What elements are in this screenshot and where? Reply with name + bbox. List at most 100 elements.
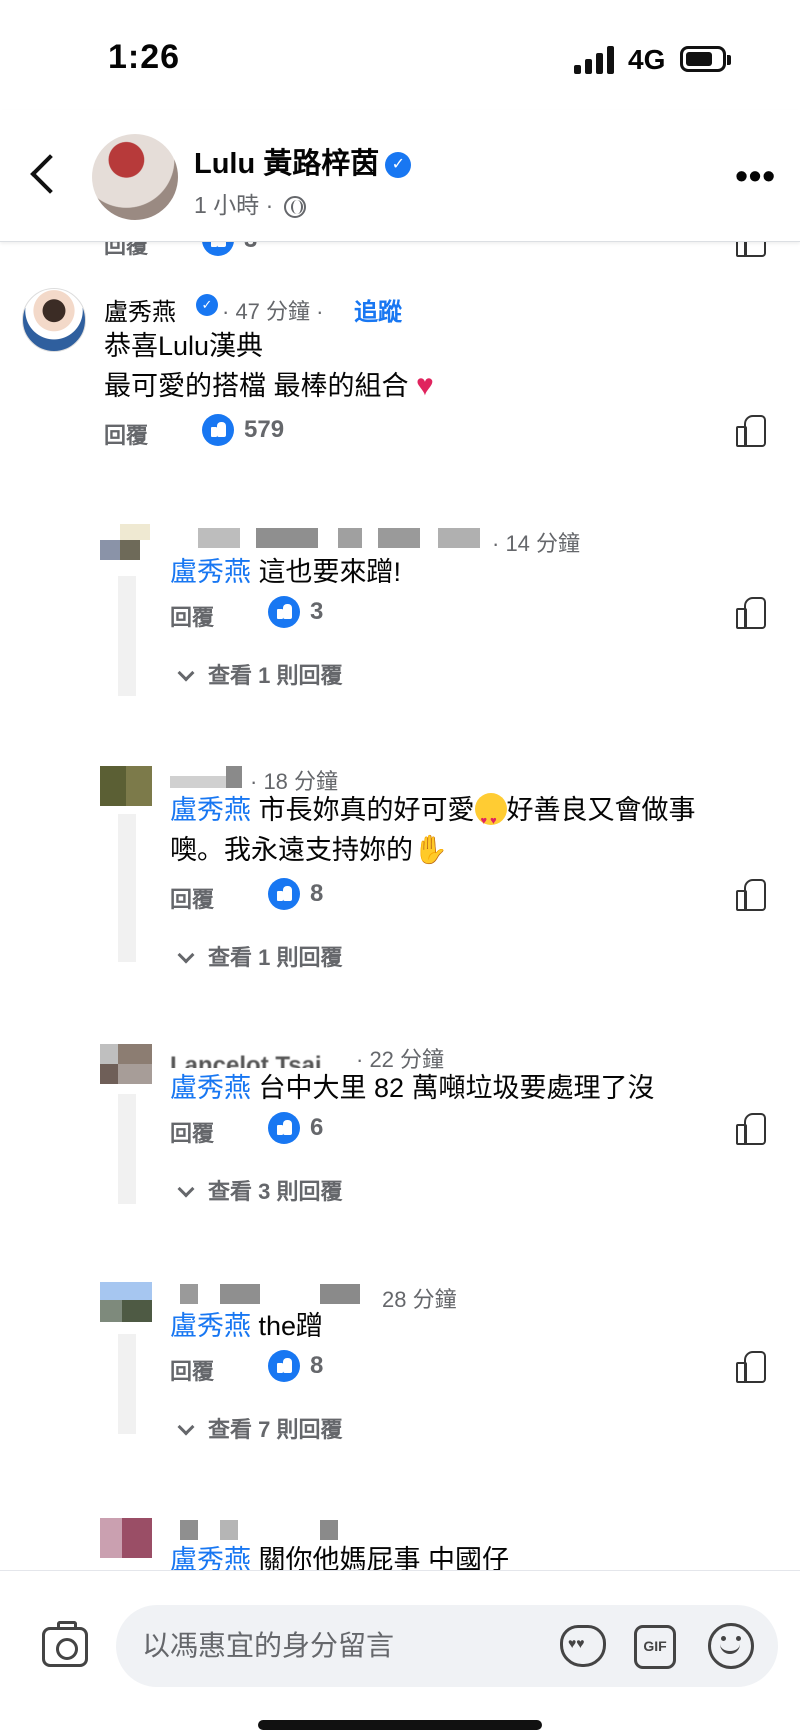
comment-text: 盧秀燕 the蹭	[170, 1306, 323, 1346]
like-reaction-icon	[202, 414, 234, 446]
like-reaction-icon	[268, 596, 300, 628]
view-replies-button[interactable]: 查看 3 則回覆	[177, 1174, 342, 1206]
view-replies-label[interactable]: 查看 7 則回覆	[208, 1417, 342, 1442]
comment-input[interactable]	[116, 1605, 778, 1687]
like-reaction-icon	[268, 878, 300, 910]
reply-comment: · 14 分鐘 盧秀燕 這也要來蹭! 回覆 3 查看 1 則回覆	[0, 524, 800, 704]
post-meta: 1 小時 ·	[194, 186, 306, 220]
reply-button[interactable]: 回覆	[170, 1116, 214, 1148]
post-time: 1 小時 ·	[194, 192, 274, 218]
like-icon[interactable]	[734, 1110, 768, 1145]
gif-icon[interactable]: GIF	[634, 1625, 676, 1669]
like-count: 8	[310, 880, 324, 907]
reply-button[interactable]: 回覆	[104, 242, 148, 260]
reply-button[interactable]: 回覆	[170, 1354, 214, 1386]
post-header: Lulu 黃路梓茵 ✓ 1 小時 · •••	[0, 110, 800, 242]
avatar[interactable]	[22, 288, 86, 352]
emoji-icon[interactable]	[708, 1623, 754, 1669]
signal-strength-icon	[574, 46, 618, 74]
comment-text: 恭喜Lulu漢典 最可愛的搭檔 最棒的組合 ♥	[104, 326, 434, 406]
chevron-down-icon	[177, 1418, 195, 1436]
like-icon[interactable]	[734, 242, 768, 257]
thread-line	[118, 814, 136, 962]
reply-comment: 28 分鐘 盧秀燕 the蹭 回覆 8 查看 7 則回覆	[0, 1282, 800, 1482]
comment-text-line: 恭喜Lulu漢典	[104, 331, 264, 361]
like-count: 6	[310, 1114, 324, 1141]
more-options-icon[interactable]: •••	[735, 158, 776, 194]
blurred-avatar[interactable]	[100, 524, 152, 564]
thread-line	[118, 576, 136, 696]
page-name-row[interactable]: Lulu 黃路梓茵 ✓	[194, 140, 412, 182]
reply-button[interactable]: 回覆	[170, 882, 214, 914]
comment-text-part: 最棒的組合	[273, 371, 409, 401]
thumbs-up-emoji-icon: ✋	[413, 834, 448, 865]
avatar-sticker-icon[interactable]	[560, 1625, 606, 1667]
home-indicator[interactable]	[258, 1720, 542, 1730]
follow-button[interactable]: 追蹤	[354, 292, 402, 327]
author-name-fragment[interactable]: Lancelot Tsai	[170, 1052, 322, 1068]
mention-link[interactable]: 盧秀燕	[170, 1073, 251, 1103]
comment-list[interactable]: 回覆 3 盧秀燕 ✓ · 47 分鐘 · 追蹤 恭喜Lulu漢典 最可愛的搭檔 …	[0, 242, 800, 1570]
mention-link[interactable]: 盧秀燕	[170, 795, 251, 825]
comment-text-part: 好善良又會做事	[506, 795, 696, 825]
network-type: 4G	[628, 44, 666, 75]
reply-button[interactable]: 回覆	[104, 418, 148, 450]
comment-text: 盧秀燕 這也要來蹭!	[170, 552, 401, 592]
thread-line	[118, 1334, 136, 1434]
comment-time: · 14 分鐘	[492, 531, 581, 556]
like-icon[interactable]	[734, 412, 768, 447]
view-replies-label[interactable]: 查看 3 則回覆	[208, 1179, 342, 1204]
heart-emoji-icon: ♥	[416, 369, 434, 402]
reply-button[interactable]: 回覆	[170, 600, 214, 632]
chevron-down-icon	[177, 946, 195, 964]
mention-link[interactable]: 盧秀燕	[170, 1545, 251, 1570]
comment-composer: GIF	[0, 1570, 800, 1734]
comment-text: 盧秀燕 市長妳真的好可愛 ♥ ♥ 好善良又會做事 噢。我永遠支持妳的✋	[170, 790, 770, 870]
like-icon[interactable]	[734, 876, 768, 911]
globe-icon	[283, 195, 306, 218]
comment-time: 28 分鐘	[382, 1287, 457, 1312]
comment-text-line: 盧秀燕 市長妳真的好可愛 ♥ ♥ 好善良又會做事	[170, 790, 770, 830]
mention-link[interactable]: 盧秀燕	[170, 1311, 251, 1341]
thread-line	[118, 1094, 136, 1204]
blurred-avatar[interactable]	[100, 766, 152, 806]
comment-text-part: 市長妳真的好可愛	[251, 795, 475, 825]
comment-text-part: 噢。我永遠支持妳的	[170, 835, 413, 865]
verified-badge-icon: ✓	[196, 294, 218, 316]
like-reaction-icon	[202, 242, 234, 256]
battery-icon	[680, 46, 731, 72]
comment-time: · 47 分鐘 ·	[222, 299, 324, 324]
blurred-avatar[interactable]	[100, 1044, 152, 1084]
reply-comment: 盧秀燕 關你他媽屁事 中國仔	[0, 1518, 800, 1570]
blurred-name: Lancelot Tsai	[170, 1038, 322, 1068]
mention-link[interactable]: 盧秀燕	[170, 557, 251, 587]
status-time: 1:26	[108, 38, 181, 76]
view-replies-button[interactable]: 查看 1 則回覆	[177, 658, 342, 690]
page-name[interactable]: Lulu 黃路梓茵	[194, 148, 379, 180]
comment-author[interactable]: 盧秀燕	[104, 292, 176, 327]
comment-text-part: the蹭	[251, 1311, 324, 1341]
like-icon[interactable]	[734, 1348, 768, 1383]
view-replies-label[interactable]: 查看 1 則回覆	[208, 663, 342, 688]
view-replies-button[interactable]: 查看 7 則回覆	[177, 1412, 342, 1444]
comment-text-line: 噢。我永遠支持妳的✋	[170, 830, 770, 870]
like-icon[interactable]	[734, 594, 768, 629]
page-avatar[interactable]	[92, 134, 178, 220]
like-reaction-icon	[268, 1112, 300, 1144]
like-reaction-icon	[268, 1350, 300, 1382]
view-replies-button[interactable]: 查看 1 則回覆	[177, 940, 342, 972]
verified-badge-icon: ✓	[385, 152, 412, 179]
back-arrow-icon[interactable]	[24, 148, 64, 204]
like-count: 3	[310, 598, 324, 625]
view-replies-label[interactable]: 查看 1 則回覆	[208, 945, 342, 970]
comment-text: 盧秀燕 台中大里 82 萬噸垃圾要處理了沒	[170, 1068, 655, 1108]
blurred-avatar[interactable]	[100, 1518, 152, 1558]
chevron-down-icon	[177, 664, 195, 682]
blurred-avatar[interactable]	[100, 1282, 152, 1322]
reply-comment: · 18 分鐘 盧秀燕 市長妳真的好可愛 ♥ ♥ 好善良又會做事 噢。我永遠支持妳的…	[0, 766, 800, 996]
comment: 盧秀燕 ✓ · 47 分鐘 · 追蹤 恭喜Lulu漢典 最可愛的搭檔 最棒的組合…	[0, 282, 800, 452]
camera-icon[interactable]	[42, 1621, 88, 1667]
like-count: 3	[244, 242, 257, 254]
comment-text-part: 最可愛的搭檔	[104, 371, 274, 401]
comment-text-part: 關你他媽屁事 中國仔	[251, 1545, 510, 1570]
